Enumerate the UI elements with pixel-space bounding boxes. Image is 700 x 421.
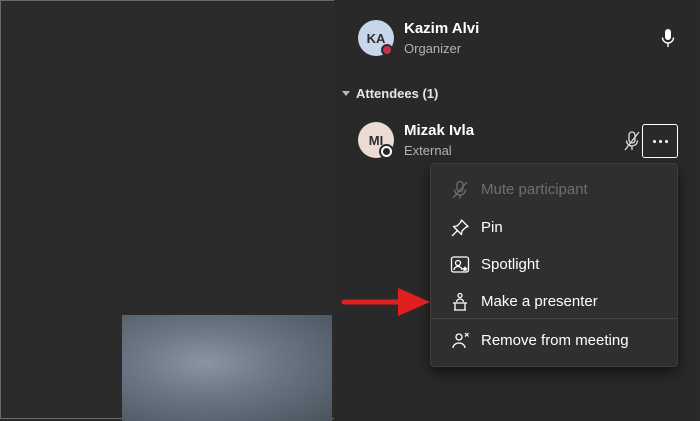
menu-divider <box>431 318 677 319</box>
busy-status-icon <box>381 44 393 56</box>
menu-item-make-presenter[interactable]: Make a presenter <box>431 285 677 317</box>
menu-item-label: Pin <box>481 219 503 236</box>
remove-person-icon <box>452 332 469 349</box>
menu-item-label: Mute participant <box>481 181 588 198</box>
mic-icon[interactable] <box>660 28 676 48</box>
organizer-name: Kazim Alvi <box>404 20 480 37</box>
more-dot <box>658 139 662 143</box>
participant-context-menu: Mute participant Pin Spotlight Make a pr… <box>430 163 678 367</box>
menu-item-label: Make a presenter <box>481 293 598 310</box>
attendee-name: Mizak Ivla <box>404 122 475 139</box>
offline-status-icon <box>381 146 392 157</box>
menu-item-pin[interactable]: Pin <box>431 211 677 243</box>
attendee-role: External <box>404 143 452 158</box>
pin-icon <box>451 219 469 237</box>
more-dot <box>652 139 656 143</box>
menu-item-mute-participant[interactable]: Mute participant <box>431 173 677 205</box>
spotlight-icon <box>450 256 470 273</box>
more-options-button[interactable] <box>642 124 678 158</box>
menu-item-spotlight[interactable]: Spotlight <box>431 248 677 280</box>
menu-item-remove-from-meeting[interactable]: Remove from meeting <box>431 324 677 356</box>
attendees-header: Attendees (1) <box>356 86 439 101</box>
mic-off-icon <box>452 180 468 199</box>
organizer-role: Organizer <box>404 41 462 56</box>
presenter-icon <box>453 292 467 311</box>
video-preview <box>122 315 332 421</box>
menu-item-label: Spotlight <box>481 256 540 273</box>
annotation-arrow-icon <box>341 288 430 316</box>
attendees-section-toggle[interactable]: Attendees (1) <box>342 86 438 101</box>
chevron-down-icon <box>342 91 350 96</box>
mic-off-icon <box>624 131 640 151</box>
menu-item-label: Remove from meeting <box>481 332 629 349</box>
more-dot <box>664 139 668 143</box>
